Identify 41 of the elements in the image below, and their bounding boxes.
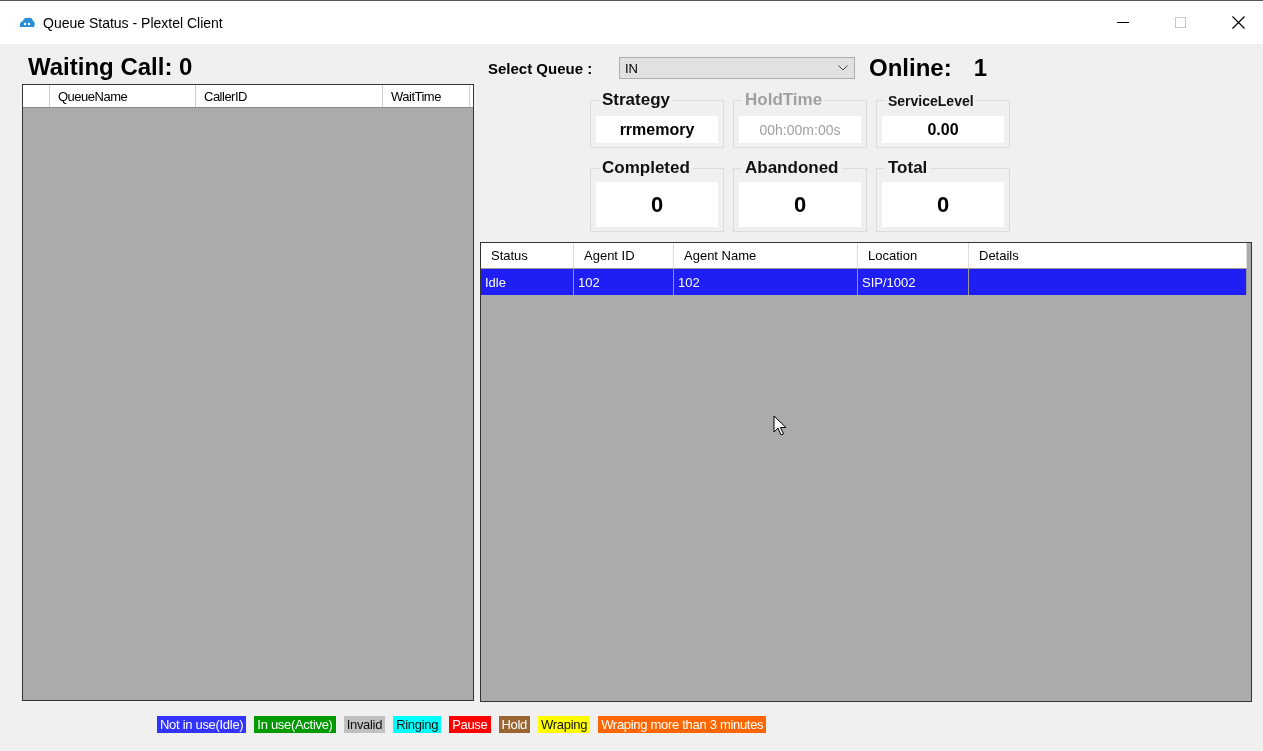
legend-tag: Invalid (343, 716, 386, 733)
table-cell: 102 (674, 269, 858, 295)
legend-tag: Wraping more than 3 minutes (598, 716, 767, 733)
online-count: 1 (973, 54, 988, 82)
legend-tag: Pause (449, 716, 491, 733)
stat-value: 0 (882, 182, 1004, 227)
stat-value: 0.00 (882, 116, 1004, 143)
legend-tag: Ringing (393, 716, 442, 733)
legend-tag: Wraping (538, 716, 591, 733)
stat-value: 0 (739, 182, 861, 227)
stat-value: rrmemory (596, 116, 718, 143)
window-title: Queue Status - Plextel Client (43, 14, 223, 31)
agent-row[interactable]: Idle 102 102 SIP/1002 (481, 269, 1247, 295)
legend-tag: Not in use(Idle) (157, 716, 247, 733)
column-header[interactable]: Status (481, 243, 574, 268)
table-cell: SIP/1002 (858, 269, 969, 295)
app-icon (18, 15, 36, 30)
queue-dropdown[interactable]: IN (619, 57, 855, 79)
column-header[interactable]: QueueName (50, 85, 196, 107)
column-header[interactable]: WaitTime (383, 85, 470, 107)
column-header[interactable]: Agent Name (674, 243, 858, 268)
table-cell: Idle (481, 269, 574, 295)
cursor-icon (773, 415, 787, 437)
stat-label: ServiceLevel (885, 93, 977, 109)
column-header[interactable]: Location (858, 243, 969, 268)
select-queue-label: Select Queue : (488, 59, 594, 77)
chevron-icon (838, 65, 848, 71)
table-cell: 102 (574, 269, 674, 295)
legend-tag: In use(Active) (254, 716, 336, 733)
online-label: Online: (869, 54, 952, 82)
close-icon[interactable] (1232, 16, 1245, 29)
legend-tag: Hold (498, 716, 531, 733)
stat-label: Completed (599, 158, 693, 178)
column-header[interactable]: Agent ID (574, 243, 674, 268)
stat-label: Strategy (599, 90, 674, 110)
column-header[interactable]: Details (969, 243, 1247, 268)
stat-value: 00h:00m:00s (739, 116, 861, 143)
minimize-icon[interactable] (1117, 21, 1129, 24)
waiting-call-heading: Waiting Call: 0 (27, 52, 194, 82)
stat-value: 0 (596, 182, 718, 227)
column-header[interactable]: CallerID (196, 85, 383, 107)
